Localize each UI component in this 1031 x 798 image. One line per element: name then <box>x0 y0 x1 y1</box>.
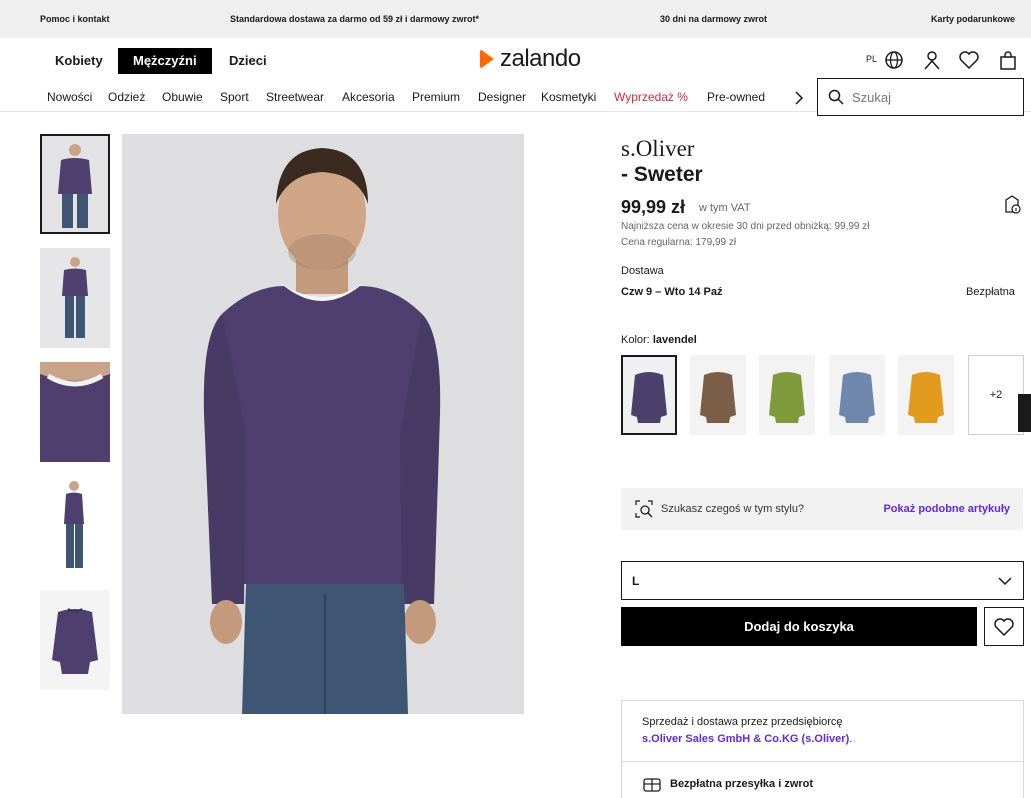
account-icon[interactable] <box>922 50 942 70</box>
thumbnail-side-image <box>40 476 110 576</box>
search-icon <box>828 89 844 105</box>
thumbnail-1[interactable] <box>40 134 110 234</box>
swatch-sweater-image <box>839 372 875 423</box>
price-info-tag-icon[interactable] <box>1002 194 1022 216</box>
help-contact-link[interactable]: Pomoc i kontakt <box>40 14 110 24</box>
delivery-cost: Bezpłatna <box>966 286 1015 298</box>
nav-item-sport[interactable]: Sport <box>220 90 249 104</box>
thumbnail-2[interactable] <box>40 248 110 348</box>
free-shipping-icon <box>643 778 661 792</box>
gender-tab-men[interactable]: Mężczyźni <box>118 48 212 74</box>
nav-item-new[interactable]: Nowości <box>47 90 92 104</box>
nav-item-streetwear[interactable]: Streetwear <box>266 90 324 104</box>
logo-mark-icon <box>480 49 494 69</box>
bag-icon[interactable] <box>998 50 1018 70</box>
similar-text: Szukasz czegoś w tym stylu? <box>661 503 805 515</box>
heart-icon <box>994 617 1014 636</box>
nav-item-premium[interactable]: Premium <box>412 90 460 104</box>
chevron-right-icon[interactable] <box>794 90 804 106</box>
free-shipping-returns: Bezpłatna przesyłka i zwrot <box>670 778 814 790</box>
main-header: Kobiety Mężczyźni Dzieci zalando PL <box>0 38 1031 82</box>
thumbnail-3[interactable] <box>40 362 110 462</box>
color-row: Kolor: lavendel <box>621 334 697 346</box>
wishlist-icon[interactable] <box>958 50 980 70</box>
size-select[interactable]: L <box>621 561 1024 600</box>
seller-line: Sprzedaż i dostawa przez przedsiębiorcę <box>642 716 843 728</box>
nav-item-shoes[interactable]: Obuwie <box>162 90 203 104</box>
swatch-sweater-image <box>769 372 805 423</box>
seller-info-box: Sprzedaż i dostawa przez przedsiębiorcę … <box>621 700 1024 798</box>
gender-tab-kids[interactable]: Dzieci <box>214 48 282 74</box>
main-product-image[interactable] <box>122 134 524 714</box>
color-value: lavendel <box>652 334 697 346</box>
swatch-sweater-image <box>908 372 944 423</box>
add-to-cart-button[interactable]: Dodaj do koszyka <box>621 607 977 646</box>
returns-info[interactable]: 30 dni na darmowy zwrot <box>660 14 767 24</box>
search-input[interactable] <box>852 89 1012 105</box>
delivery-dates: Czw 9 – Wto 14 Paź <box>621 286 723 298</box>
thumbnail-5[interactable] <box>40 590 110 690</box>
color-swatch-brown[interactable] <box>690 355 746 435</box>
delivery-info[interactable]: Standardowa dostawa za darmo od 59 zł i … <box>230 14 479 24</box>
nav-item-preowned[interactable]: Pre-owned <box>707 90 765 104</box>
nav-item-designer[interactable]: Designer <box>478 90 526 104</box>
color-label: Kolor: <box>621 334 650 346</box>
selected-size: L <box>632 573 640 588</box>
product-price: 99,99 zł <box>621 197 686 217</box>
delivery-label: Dostawa <box>621 265 664 277</box>
thumbnail-detail-image <box>40 362 110 462</box>
divider <box>622 761 1023 762</box>
add-to-wishlist-button[interactable] <box>984 607 1024 646</box>
product-name: - Sweter <box>621 163 703 186</box>
search-box[interactable] <box>817 78 1024 116</box>
feedback-side-tab[interactable] <box>1018 394 1031 432</box>
more-colors-button[interactable]: +2 <box>968 355 1024 435</box>
seller-name-link[interactable]: s.Oliver Sales GmbH & Co.KG (s.Oliver) <box>642 733 849 745</box>
zalando-logo[interactable]: zalando <box>480 45 581 73</box>
model-photo <box>122 134 524 714</box>
color-swatch-green[interactable] <box>759 355 815 435</box>
seller-name-end: . <box>849 733 853 745</box>
thumbnail-4[interactable] <box>40 476 110 576</box>
lowest-price-note: Najniższa cena w okresie 30 dni przed ob… <box>621 221 870 232</box>
swatch-sweater-image <box>631 372 667 423</box>
swatch-sweater-image <box>700 372 736 423</box>
thumbnail-packshot-image <box>40 590 110 690</box>
nav-item-cosmetics[interactable]: Kosmetyki <box>541 90 596 104</box>
color-swatch-blue[interactable] <box>829 355 885 435</box>
vat-note: w tym VAT <box>699 202 751 214</box>
seller-name-row: s.Oliver Sales GmbH & Co.KG (s.Oliver). <box>642 733 852 745</box>
thumbnail-full-body-image <box>40 248 110 348</box>
language-label[interactable]: PL <box>866 54 877 64</box>
product-brand[interactable]: s.Oliver <box>621 136 694 162</box>
gift-cards-link[interactable]: Karty podarunkowe <box>931 14 1015 24</box>
color-swatch-orange[interactable] <box>898 355 954 435</box>
similar-items-banner: Szukasz czegoś w tym stylu? Pokaż podobn… <box>621 488 1023 530</box>
nav-item-sale[interactable]: Wyprzedaż % <box>614 90 688 104</box>
visual-search-icon <box>635 500 653 518</box>
top-info-bar: Pomoc i kontakt Standardowa dostawa za d… <box>0 0 1031 38</box>
nav-item-accessories[interactable]: Akcesoria <box>342 90 395 104</box>
logo-wordmark: zalando <box>500 45 581 72</box>
chevron-down-icon <box>998 577 1012 586</box>
gender-tab-women[interactable]: Kobiety <box>40 48 118 74</box>
color-swatch-lavendel[interactable] <box>621 355 677 435</box>
thumbnail-front-image <box>42 136 108 232</box>
globe-icon[interactable] <box>884 50 904 70</box>
show-similar-link[interactable]: Pokaż podobne artykuły <box>883 503 1010 515</box>
regular-price-note: Cena regularna: 179,99 zł <box>621 237 737 248</box>
nav-item-clothing[interactable]: Odzież <box>108 90 145 104</box>
